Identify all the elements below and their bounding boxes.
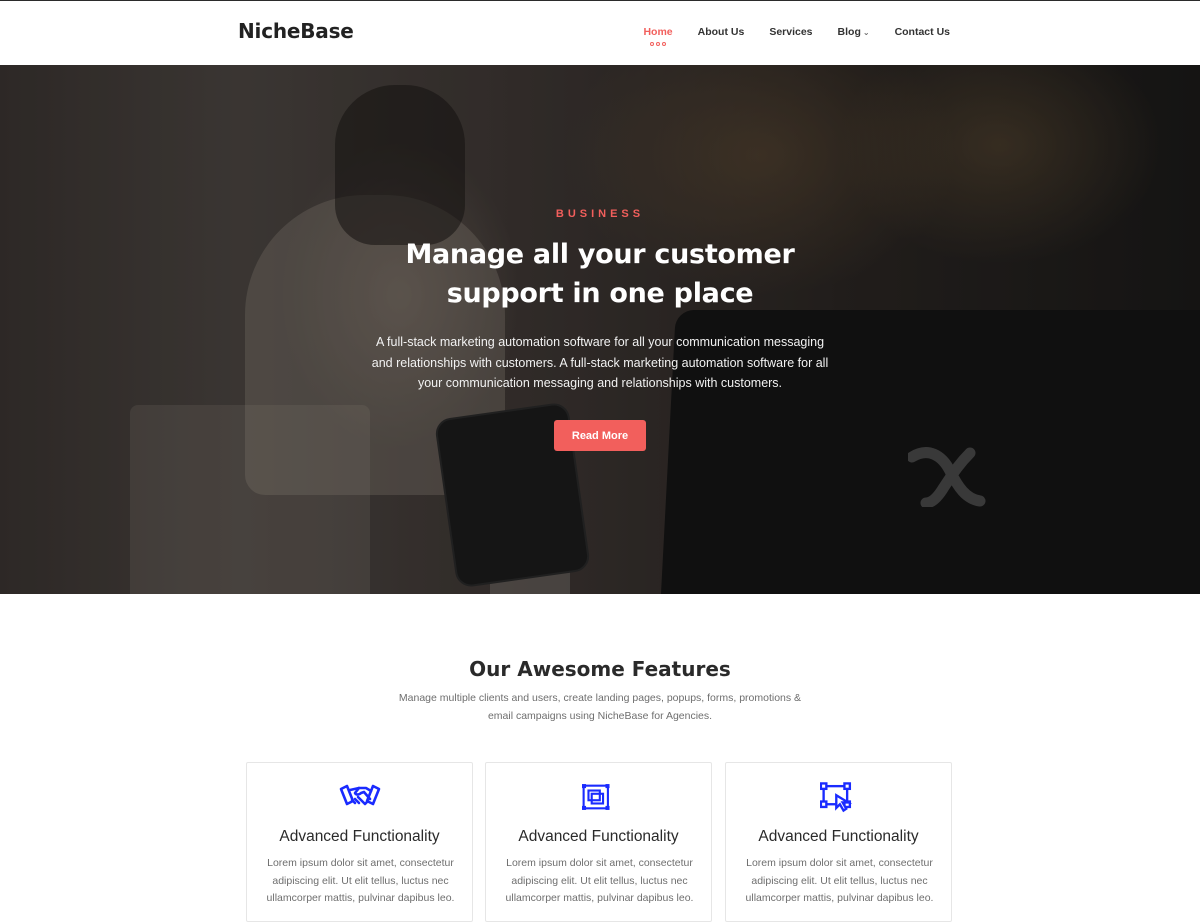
- features-title: Our Awesome Features: [469, 657, 731, 681]
- read-more-button[interactable]: Read More: [554, 420, 646, 451]
- hero-description: A full-stack marketing automation softwa…: [371, 335, 829, 390]
- feature-card-title: Advanced Functionality: [758, 828, 919, 845]
- nav-item-label: Services: [769, 26, 813, 38]
- layers-square-icon: [582, 784, 610, 810]
- nav-item-blog[interactable]: Blog ⌄: [838, 26, 870, 38]
- active-indicator-dots: [650, 42, 667, 46]
- main-nav: Home About Us Services Blog ⌄ Contact Us: [618, 26, 950, 46]
- chevron-down-icon: ⌄: [862, 28, 870, 37]
- hero-eyebrow: BUSINESS: [555, 208, 645, 220]
- feature-card: Advanced Functionality Lorem ipsum dolor…: [485, 762, 712, 922]
- nav-item-label: About Us: [697, 26, 745, 38]
- feature-card: Advanced Functionality Lorem ipsum dolor…: [246, 762, 473, 922]
- site-logo[interactable]: NicheBase: [238, 19, 354, 43]
- feature-card-title: Advanced Functionality: [518, 828, 679, 845]
- nav-item-label: Blog: [837, 26, 861, 38]
- nav-item-about[interactable]: About Us: [698, 26, 745, 38]
- feature-card: Advanced Functionality Lorem ipsum dolor…: [725, 762, 952, 922]
- features-subtitle: Manage multiple clients and users, creat…: [398, 692, 802, 722]
- hero-section: BUSINESS Manage all your customer suppor…: [0, 65, 1200, 594]
- nav-item-services[interactable]: Services: [769, 26, 812, 38]
- vector-shape-icon: [820, 782, 853, 813]
- hero-title-line: Manage all your customer: [405, 239, 795, 270]
- hero-title: Manage all your customer support in one …: [300, 235, 900, 313]
- handshake-icon: [339, 784, 381, 806]
- site-header: NicheBase Home About Us Services Blog ⌄ C…: [0, 0, 1200, 65]
- feature-card-title: Advanced Functionality: [279, 828, 440, 845]
- nav-item-label: Home: [643, 26, 673, 38]
- nav-item-contact[interactable]: Contact Us: [895, 26, 950, 38]
- hero-title-line: support in one place: [446, 278, 754, 309]
- nav-item-label: Contact Us: [894, 26, 950, 38]
- hero-overlay: [0, 65, 1200, 594]
- nav-item-home[interactable]: Home: [643, 26, 673, 46]
